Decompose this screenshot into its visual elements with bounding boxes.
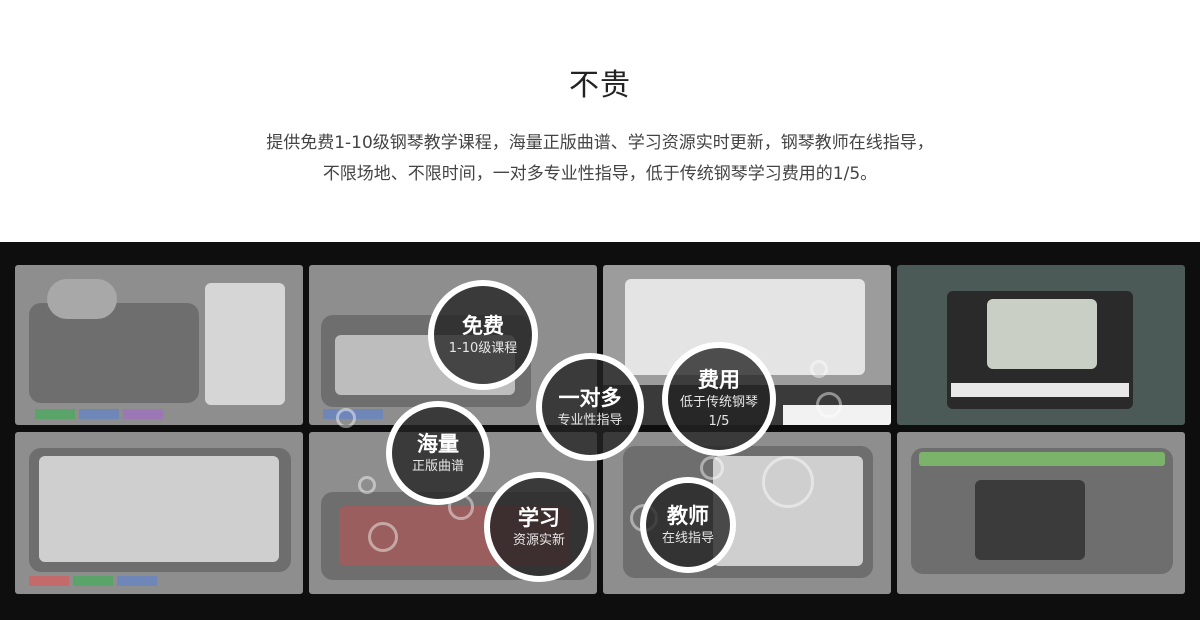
screenshot-collage: 免费 1-10级课程 海量 正版曲谱 一对多 专业性指导 费用 低于传统钢琴 1… [0,242,1200,620]
decor-ring [336,408,356,428]
section-description: 提供免费1-10级钢琴教学课程，海量正版曲谱、学习资源实时更新，钢琴教师在线指导… [0,128,1200,190]
decor-ring [816,392,842,418]
app-screenshot-piano-video [897,265,1185,425]
feature-free-subtitle: 1-10级课程 [448,340,518,356]
intro-section: 不贵 提供免费1-10级钢琴教学课程，海量正版曲谱、学习资源实时更新，钢琴教师在… [0,0,1200,242]
decor-ring [700,456,724,480]
feature-cost-subtitle: 低于传统钢琴 [679,395,758,410]
app-screenshot-video-lesson [897,432,1185,594]
decor-ring [358,476,376,494]
feature-learn-bubble: 学习 资源实新 [484,472,594,582]
feature-learn-subtitle: 资源实新 [512,532,565,548]
description-line-2: 不限场地、不限时间，一对多专业性指导，低于传统钢琴学习费用的1/5。 [322,164,878,184]
app-screenshot-teachers [15,432,303,594]
decor-ring [368,522,398,552]
feature-learn-title: 学习 [518,505,560,530]
decor-ring [762,456,814,508]
section-title: 不贵 [569,68,631,103]
feature-one-to-many-subtitle: 专业性指导 [557,412,623,428]
feature-teacher-bubble: 教师 在线指导 [640,477,736,573]
feature-one-to-many-bubble: 一对多 专业性指导 [536,353,644,461]
feature-free-title: 免费 [462,313,504,338]
app-screenshot-courses [15,265,303,425]
feature-free-bubble: 免费 1-10级课程 [428,280,538,390]
description-line-1: 提供免费1-10级钢琴教学课程，海量正版曲谱、学习资源实时更新，钢琴教师在线指导… [266,133,934,153]
feature-cost-ratio: 1/5 [708,414,730,429]
feature-teacher-subtitle: 在线指导 [661,530,714,546]
feature-one-to-many-title: 一对多 [558,385,622,410]
feature-cost-bubble: 费用 低于传统钢琴 1/5 [662,342,776,456]
decor-ring [810,360,828,378]
feature-cost-title: 费用 [698,368,740,392]
feature-massive-title: 海量 [417,431,459,456]
feature-teacher-title: 教师 [667,503,709,528]
feature-massive-subtitle: 正版曲谱 [411,458,464,474]
feature-massive-bubble: 海量 正版曲谱 [386,401,490,505]
